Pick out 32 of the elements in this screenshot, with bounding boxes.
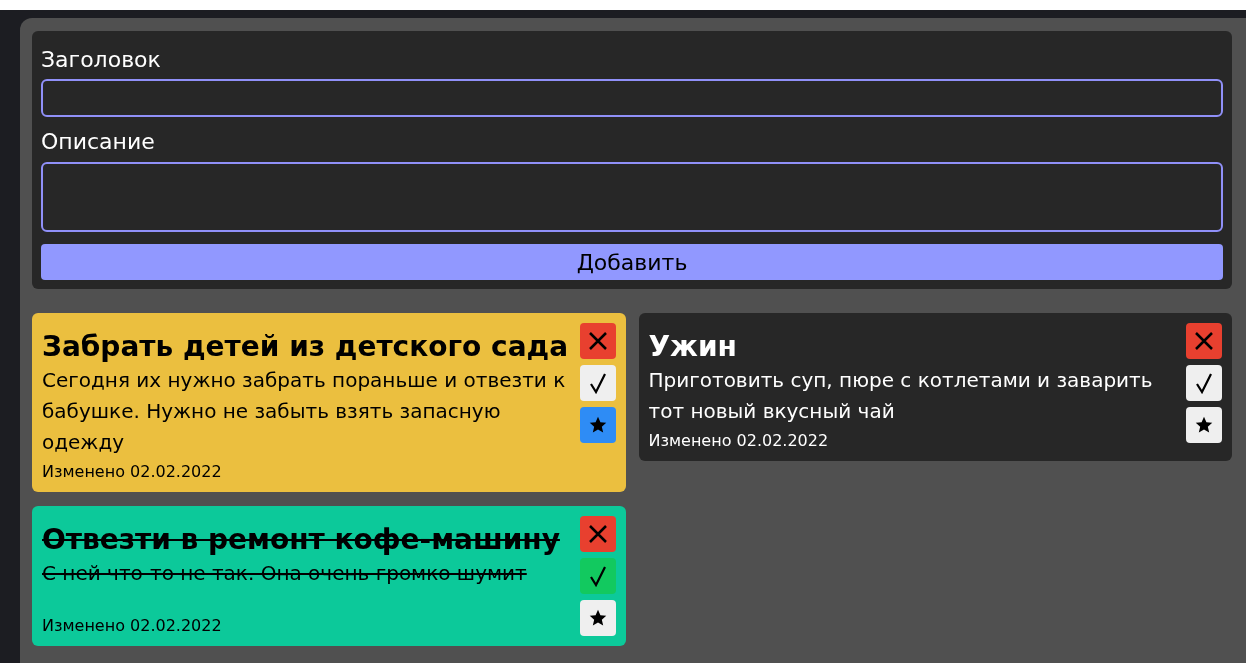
note-description: Приготовить суп, пюре с котлетами и заварить тот новый вкусный чай [648,367,1154,425]
close-icon [1194,331,1214,351]
note-title: Ужин [648,329,738,365]
modified-date: Изменено 02.02.2022 [648,431,830,451]
done-button[interactable] [579,365,616,401]
note-description: Сегодня их нужно забрать пораньше и отвезти к бабушке. Нужно не забыть взять запасную одежду [42,367,567,456]
done-button[interactable] [579,558,616,594]
check-icon [1195,372,1213,394]
delete-button[interactable] [579,516,616,552]
note-title: Отвезти в ремонт кофе-машину [42,522,561,558]
star-icon [588,609,607,627]
star-icon [1195,416,1213,434]
add-button[interactable]: Добавить [41,244,1223,280]
check-icon [588,372,607,394]
description-input[interactable] [41,162,1223,232]
modified-date: Изменено 02.02.2022 [42,462,223,482]
star-button[interactable] [579,407,616,443]
delete-button[interactable] [579,323,616,359]
star-button[interactable] [579,600,616,636]
check-icon [588,565,607,587]
delete-button[interactable] [1186,323,1222,359]
field-label: Заголовок [41,46,162,74]
field-label: Описание [41,128,156,156]
modified-date: Изменено 02.02.2022 [42,616,223,636]
star-icon [588,416,607,434]
done-button[interactable] [1186,365,1222,401]
title-input[interactable] [41,79,1223,117]
note-description: С ней что-то не так. Она очень громко шумит [42,560,528,587]
note-title: Забрать детей из детского сада [42,329,570,365]
close-icon [587,331,608,351]
close-icon [587,524,608,544]
star-button[interactable] [1186,407,1222,443]
